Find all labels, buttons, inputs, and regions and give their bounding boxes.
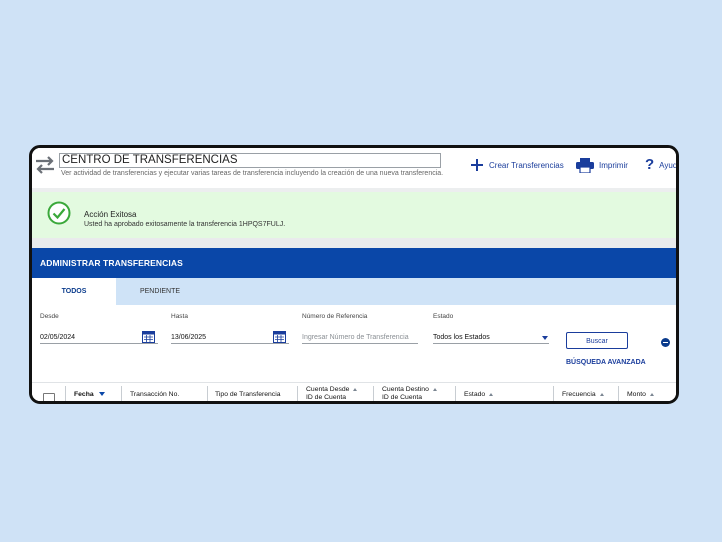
referencia-label: Número de Referencia <box>302 313 368 320</box>
column-divider <box>207 386 208 401</box>
column-cuenta-desde[interactable]: Cuenta Desde ID de Cuenta <box>306 386 358 401</box>
sort-icon <box>353 387 358 391</box>
page-title: CENTRO DE TRANSFERENCIAS <box>59 153 441 168</box>
printer-icon <box>576 158 594 173</box>
print-button[interactable]: Imprimir <box>576 158 628 173</box>
hasta-label: Hasta <box>171 313 188 320</box>
sort-icon <box>489 392 494 396</box>
section-banner: ADMINISTRAR TRANSFERENCIAS <box>32 248 676 278</box>
app-screen: CENTRO DE TRANSFERENCIAS Ver actividad d… <box>32 148 678 401</box>
column-estado[interactable]: Estado <box>464 391 494 398</box>
advanced-search-link[interactable]: BÚSQUEDA AVANZADA <box>566 359 646 366</box>
section-gap <box>32 238 676 248</box>
estado-select[interactable]: Todos los Estados <box>433 331 549 344</box>
column-tipo[interactable]: Tipo de Transferencia <box>215 391 281 398</box>
column-monto-label: Monto <box>627 391 646 398</box>
tab-pendiente[interactable]: PENDIENTE <box>116 278 204 305</box>
calendar-icon[interactable] <box>273 331 286 343</box>
hasta-field[interactable]: 13/06/2025 <box>171 331 289 344</box>
sort-icon <box>599 392 604 396</box>
tab-todos[interactable]: TODOS <box>32 278 116 307</box>
app-frame: CENTRO DE TRANSFERENCIAS Ver actividad d… <box>29 145 679 404</box>
check-circle-icon <box>47 201 71 225</box>
success-alert: Acción Exitosa Usted ha aprobado exitosa… <box>32 192 676 239</box>
help-button[interactable]: ? Ayuda <box>645 156 678 173</box>
filter-panel: Desde 02/05/2024 Hasta 13/06/2025 Número… <box>32 305 676 377</box>
create-transfer-button[interactable]: Crear Transferencias <box>470 158 564 172</box>
table-header: Fecha Transacción No. Tipo de Transferen… <box>32 382 676 401</box>
column-cuenta-destino-sub: ID de Cuenta <box>382 394 423 401</box>
calendar-icon[interactable] <box>142 331 155 343</box>
print-label: Imprimir <box>599 161 628 170</box>
column-divider <box>455 386 456 401</box>
page-header: CENTRO DE TRANSFERENCIAS Ver actividad d… <box>32 148 678 188</box>
column-divider <box>373 386 374 401</box>
column-divider <box>553 386 554 401</box>
create-transfer-label: Crear Transferencias <box>489 160 564 170</box>
column-frecuencia[interactable]: Frecuencia <box>562 391 604 398</box>
column-frecuencia-label: Frecuencia <box>562 391 596 398</box>
alert-title: Acción Exitosa <box>84 210 137 219</box>
referencia-input[interactable]: Ingresar Número de Transferencia <box>302 331 418 344</box>
alert-message: Usted ha aprobado exitosamente la transf… <box>84 221 286 228</box>
plus-icon <box>471 159 483 171</box>
chevron-down-icon <box>542 336 548 340</box>
column-divider <box>65 386 66 401</box>
collapse-minus-icon[interactable] <box>661 338 670 347</box>
column-transaccion[interactable]: Transacción No. <box>130 391 179 398</box>
sort-desc-icon <box>98 392 105 397</box>
page-subtitle: Ver actividad de transferencias y ejecut… <box>61 170 444 177</box>
column-fecha-label: Fecha <box>74 391 94 398</box>
tab-bar: TODOS PENDIENTE <box>32 278 676 307</box>
sort-icon <box>432 387 437 391</box>
transfer-arrows-icon <box>36 156 54 174</box>
desde-label: Desde <box>40 313 59 320</box>
column-cuenta-desde-sub: ID de Cuenta <box>306 394 347 401</box>
sort-icon <box>649 392 654 396</box>
column-divider <box>618 386 619 401</box>
help-label: Ayuda <box>659 160 678 170</box>
column-cuenta-desde-label: Cuenta Desde <box>306 386 350 393</box>
help-icon: ? <box>645 156 655 173</box>
column-divider <box>121 386 122 401</box>
select-all-checkbox[interactable] <box>43 393 55 401</box>
column-cuenta-destino[interactable]: Cuenta Destino ID de Cuenta <box>382 386 437 401</box>
column-cuenta-destino-label: Cuenta Destino <box>382 386 429 393</box>
desde-field[interactable]: 02/05/2024 <box>40 331 158 344</box>
column-monto[interactable]: Monto <box>627 391 654 398</box>
estado-label: Estado <box>433 313 454 320</box>
column-fecha[interactable]: Fecha <box>74 391 105 398</box>
search-button[interactable]: Buscar <box>566 332 628 349</box>
column-divider <box>297 386 298 401</box>
column-estado-label: Estado <box>464 391 486 398</box>
